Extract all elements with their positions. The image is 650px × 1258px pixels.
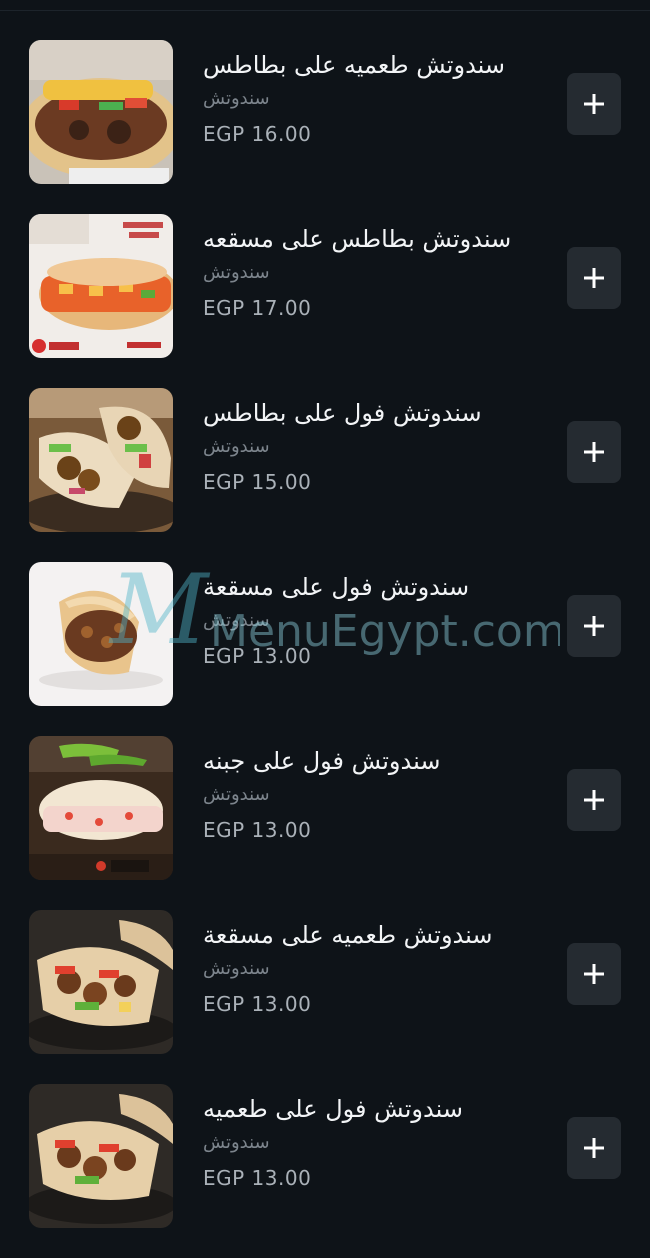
add-to-cart-button[interactable] [567, 595, 621, 657]
top-divider [0, 10, 650, 11]
plus-icon [584, 94, 604, 114]
item-category: سندوتش [203, 784, 270, 805]
item-name: سندوتش طعميه على بطاطس [203, 51, 506, 79]
item-info: سندوتش فول على بطاطس سندوتش EGP 15.00 [203, 396, 543, 496]
item-category: سندوتش [203, 958, 270, 979]
item-name: سندوتش فول على طعميه [203, 1095, 463, 1123]
add-to-cart-button[interactable] [567, 1117, 621, 1179]
menu-item[interactable]: سندوتش فول على مسقعة سندوتش EGP 13.00 [0, 562, 650, 736]
food-image [29, 562, 173, 706]
add-to-cart-button[interactable] [567, 421, 621, 483]
menu-item[interactable]: سندوتش طعميه على بطاطس سندوتش EGP 16.00 [0, 40, 650, 214]
item-category: سندوتش [203, 436, 270, 457]
food-image [29, 214, 173, 358]
menu-item[interactable]: سندوتش طعميه على مسقعة سندوتش EGP 13.00 [0, 910, 650, 1084]
add-to-cart-button[interactable] [567, 769, 621, 831]
item-price: EGP 15.00 [203, 470, 312, 494]
menu-item[interactable]: سندوتش فول على جبنه سندوتش EGP 13.00 [0, 736, 650, 910]
food-image [29, 1084, 173, 1228]
item-category: سندوتش [203, 88, 270, 109]
menu-item[interactable]: سندوتش فول على بطاطس سندوتش EGP 15.00 [0, 388, 650, 562]
plus-icon [584, 442, 604, 462]
item-price: EGP 13.00 [203, 992, 312, 1016]
item-info: سندوتش بطاطس على مسقعه سندوتش EGP 17.00 [203, 222, 543, 322]
item-info: سندوتش فول على طعميه سندوتش EGP 13.00 [203, 1092, 543, 1192]
plus-icon [584, 616, 604, 636]
food-image [29, 736, 173, 880]
item-info: سندوتش طعميه على مسقعة سندوتش EGP 13.00 [203, 918, 543, 1018]
item-name: سندوتش فول على بطاطس [203, 399, 482, 427]
item-price: EGP 16.00 [203, 122, 312, 146]
item-category: سندوتش [203, 610, 270, 631]
item-name: سندوتش فول على جبنه [203, 747, 441, 775]
item-name: سندوتش فول على مسقعة [203, 573, 470, 601]
item-price: EGP 17.00 [203, 296, 312, 320]
item-category: سندوتش [203, 262, 270, 283]
item-info: سندوتش فول على جبنه سندوتش EGP 13.00 [203, 744, 543, 844]
item-price: EGP 13.00 [203, 644, 312, 668]
item-info: سندوتش فول على مسقعة سندوتش EGP 13.00 [203, 570, 543, 670]
item-info: سندوتش طعميه على بطاطس سندوتش EGP 16.00 [203, 48, 543, 148]
plus-icon [584, 268, 604, 288]
item-category: سندوتش [203, 1132, 270, 1153]
add-to-cart-button[interactable] [567, 943, 621, 1005]
plus-icon [584, 790, 604, 810]
plus-icon [584, 1138, 604, 1158]
add-to-cart-button[interactable] [567, 73, 621, 135]
item-name: سندوتش طعميه على مسقعة [203, 921, 493, 949]
plus-icon [584, 964, 604, 984]
item-name: سندوتش بطاطس على مسقعه [203, 225, 512, 253]
menu-item[interactable]: سندوتش فول على طعميه سندوتش EGP 13.00 [0, 1084, 650, 1258]
item-price: EGP 13.00 [203, 1166, 312, 1190]
food-image [29, 910, 173, 1054]
menu-item[interactable]: سندوتش بطاطس على مسقعه سندوتش EGP 17.00 [0, 214, 650, 388]
food-image [29, 388, 173, 532]
food-image [29, 40, 173, 184]
item-price: EGP 13.00 [203, 818, 312, 842]
add-to-cart-button[interactable] [567, 247, 621, 309]
